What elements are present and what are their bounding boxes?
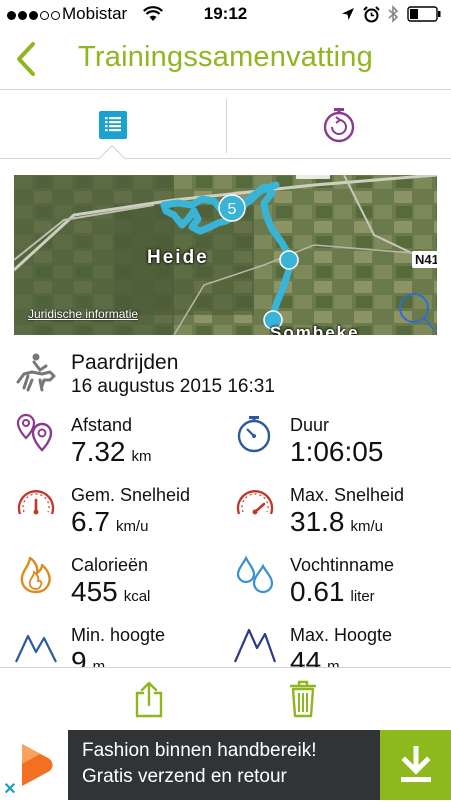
- page-title: Trainingssamenvatting: [78, 41, 373, 73]
- activity-datetime: 16 augustus 2015 16:31: [71, 376, 275, 397]
- stat-calories: Calorieën 455 kcal: [14, 550, 229, 620]
- ad-subline: Gratis verzend en retour: [82, 766, 287, 787]
- stat-value: 0.61 liter: [290, 576, 375, 607]
- location-arrow-icon: [342, 8, 354, 20]
- map-place-sombeke: Sombeke: [270, 323, 360, 335]
- stopwatch-icon: [323, 107, 354, 142]
- stat-unit: km/u: [115, 518, 149, 535]
- stat-label: Duur: [290, 415, 330, 435]
- water-drops-icon: [236, 555, 274, 594]
- battery-icon: [407, 6, 441, 22]
- map-legal-link[interactable]: Juridische informatie: [28, 307, 138, 321]
- mountains-icon: [233, 628, 277, 663]
- stat-unit: km: [131, 448, 152, 465]
- stat-label: Vochtinname: [290, 555, 395, 575]
- stopwatch-icon: [237, 416, 271, 453]
- stat-unit: km/u: [350, 518, 384, 535]
- stat-avg-speed: Gem. Snelheid 6.7 km/u: [14, 480, 229, 550]
- horse-rider-icon: [16, 353, 56, 392]
- stat-value: 7.32 km: [71, 436, 152, 467]
- stat-max-speed: Max. Snelheid 31.8 km/u: [233, 480, 448, 550]
- stat-value: 1:06:05: [290, 436, 384, 467]
- stat-unit: liter: [350, 588, 375, 605]
- stat-unit: kcal: [123, 588, 151, 605]
- lap-marker-label: 5: [228, 201, 237, 218]
- ad-close-button[interactable]: ✕: [0, 780, 20, 800]
- tab-laps[interactable]: [226, 91, 451, 158]
- alarm-icon: [363, 5, 380, 22]
- delete-button[interactable]: [283, 678, 323, 720]
- stat-value: 455 kcal: [71, 576, 151, 607]
- mountains-icon: [15, 634, 57, 663]
- ad-headline: Fashion binnen handbereik!: [82, 740, 317, 761]
- stat-duration: Duur 1:06:05: [233, 410, 448, 480]
- activity-name: Paardrijden: [71, 351, 179, 374]
- map-place-heide: Heide: [147, 247, 209, 268]
- stat-value: 31.8 km/u: [290, 506, 384, 537]
- trash-icon: [290, 680, 316, 718]
- stat-label: Calorieën: [71, 555, 149, 575]
- route-map[interactable]: 5 Heide Sombeke N41 Juridische informati…: [14, 175, 437, 335]
- status-bar: Mobistar 19:12: [0, 0, 451, 30]
- view-switcher: [0, 91, 451, 174]
- stat-hydration: Vochtinname 0.61 liter: [233, 550, 448, 620]
- stat-label: Afstand: [71, 415, 133, 435]
- stat-label: Max. Hoogte: [290, 625, 393, 645]
- bluetooth-icon: [388, 5, 399, 23]
- stat-distance: Afstand 7.32 km: [14, 410, 229, 480]
- speedometer-icon: [17, 490, 55, 515]
- speedometer-icon: [236, 490, 274, 515]
- ad-banner[interactable]: Fashion binnen handbereik! Gratis verzen…: [0, 730, 451, 800]
- list-icon: [99, 110, 127, 139]
- ad-download-button[interactable]: [380, 730, 451, 800]
- flame-icon: [20, 556, 51, 594]
- map-pins-icon: [16, 413, 53, 452]
- share-button[interactable]: [129, 678, 169, 720]
- nav-bar: Trainingssamenvatting: [0, 30, 451, 90]
- share-icon: [135, 681, 163, 718]
- stat-label: Gem. Snelheid: [71, 485, 191, 505]
- bottom-toolbar: [0, 667, 451, 730]
- stat-label: Min. hoogte: [71, 625, 166, 645]
- map-road-badge: N41: [412, 251, 437, 268]
- stat-label: Max. Snelheid: [290, 485, 405, 505]
- stat-value: 6.7 km/u: [71, 506, 149, 537]
- download-arrow-icon: [400, 746, 431, 782]
